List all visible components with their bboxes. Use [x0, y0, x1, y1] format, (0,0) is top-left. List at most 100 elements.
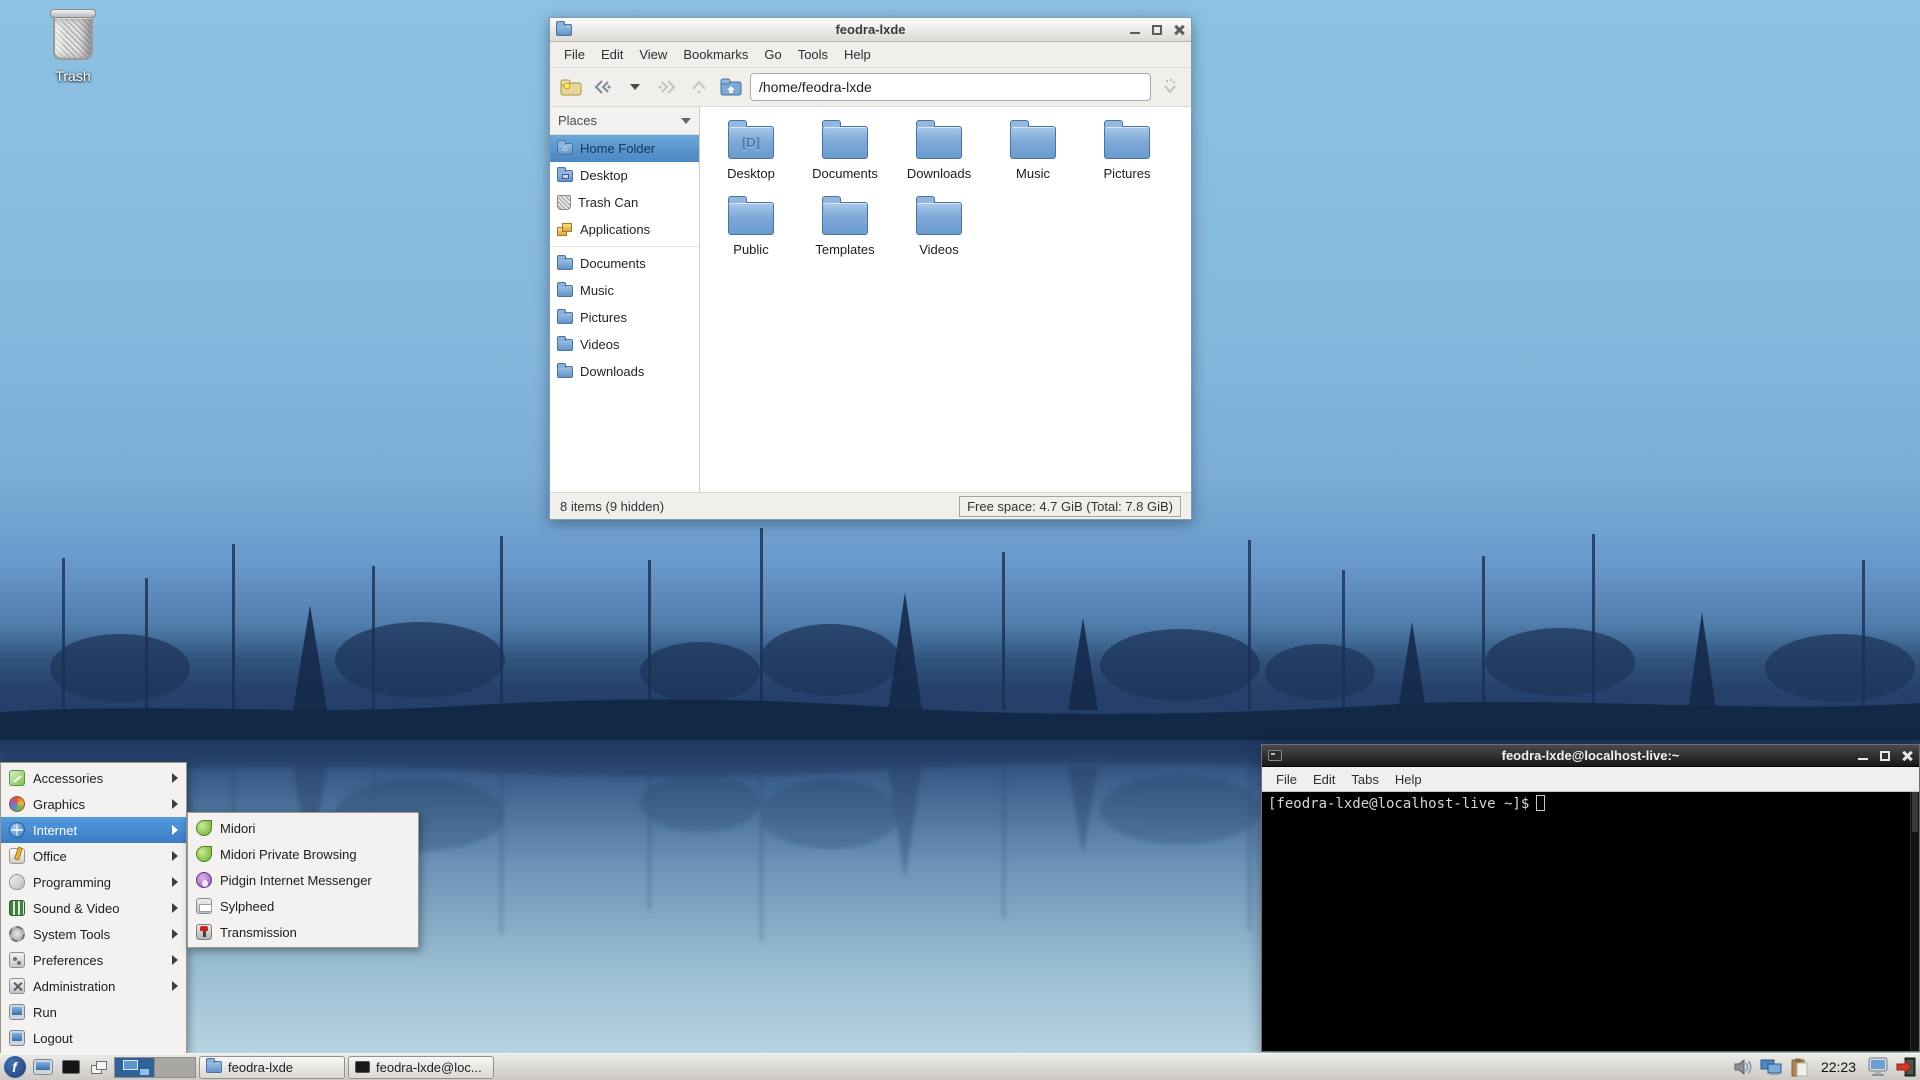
menu-item-run[interactable]: Run [1, 999, 186, 1025]
menu-bookmarks[interactable]: Bookmarks [675, 42, 756, 67]
file-manager-title: feodra-lxde [835, 22, 906, 37]
menu-go[interactable]: Go [756, 42, 789, 67]
sylpheed-icon [196, 898, 212, 914]
menu-item-preferences[interactable]: Preferences [1, 947, 186, 973]
new-tab-button[interactable] [558, 74, 584, 100]
workspace-1[interactable] [115, 1057, 155, 1077]
terminal-menubar: File Edit Tabs Help [1262, 767, 1919, 792]
desktop-trash-shortcut[interactable]: Trash [28, 9, 118, 84]
scrollbar-thumb[interactable] [1912, 792, 1918, 832]
submenu-item-transmission[interactable]: Transmission [188, 919, 418, 945]
items-count: 8 items (9 hidden) [560, 498, 665, 514]
sidebar-item-documents[interactable]: Documents [550, 250, 699, 277]
folder-icon: [D] [728, 120, 774, 159]
folder-item-videos[interactable]: Videos [892, 193, 986, 269]
menu-help[interactable]: Help [1387, 767, 1430, 792]
folder-item-documents[interactable]: Documents [798, 117, 892, 193]
workspace-2[interactable] [155, 1057, 195, 1077]
close-button[interactable] [1901, 750, 1913, 762]
back-button[interactable] [590, 74, 616, 100]
menu-item-system-tools[interactable]: System Tools [1, 921, 186, 947]
midori-icon [196, 846, 212, 862]
folder-item-templates[interactable]: Templates [798, 193, 892, 269]
terminal-scrollbar[interactable] [1910, 792, 1919, 1051]
internet-submenu: Midori Midori Private Browsing Pidgin In… [187, 812, 419, 948]
desktop-folder-icon [557, 166, 573, 182]
folder-icon [916, 196, 962, 235]
menu-item-administration[interactable]: Administration [1, 973, 186, 999]
minimize-all-button[interactable] [86, 1055, 111, 1080]
maximize-button[interactable] [1151, 24, 1163, 36]
clipboard-manager[interactable] [1787, 1055, 1812, 1080]
preferences-icon [9, 952, 25, 968]
history-dropdown-button[interactable] [622, 74, 648, 100]
sidebar-item-desktop[interactable]: Desktop [550, 162, 699, 189]
menu-edit[interactable]: Edit [593, 42, 631, 67]
menu-tools[interactable]: Tools [790, 42, 836, 67]
terminal-icon [355, 1061, 370, 1073]
menu-edit[interactable]: Edit [1305, 767, 1343, 792]
folder-item-music[interactable]: Music [986, 117, 1080, 193]
menu-item-graphics[interactable]: Graphics [1, 791, 186, 817]
forward-button[interactable] [654, 74, 680, 100]
sidebar-item-home-folder[interactable]: ⌂ Home Folder [550, 135, 699, 162]
terminal-screen[interactable]: [feodra-lxde@localhost-live ~]$ [1262, 792, 1919, 1051]
terminal-titlebar[interactable]: feodra-lxde@localhost-live:~ [1262, 745, 1919, 767]
file-manager-titlebar[interactable]: feodra-lxde [550, 18, 1191, 42]
task-button-terminal[interactable]: feodra-lxde@loc... [348, 1055, 494, 1079]
menu-tabs[interactable]: Tabs [1343, 767, 1386, 792]
terminal-launcher[interactable] [58, 1055, 83, 1080]
accessories-icon [9, 770, 25, 786]
menu-item-logout[interactable]: Logout [1, 1025, 186, 1051]
folder-item-pictures[interactable]: Pictures [1080, 117, 1174, 193]
folder-icon [822, 120, 868, 159]
sidebar-item-applications[interactable]: Applications [550, 216, 699, 243]
sidebar-item-music[interactable]: Music [550, 277, 699, 304]
minimize-button[interactable] [1857, 750, 1869, 762]
folder-item-downloads[interactable]: Downloads [892, 117, 986, 193]
go-button[interactable] [1157, 74, 1183, 100]
close-button[interactable] [1173, 24, 1185, 36]
minimize-button[interactable] [1129, 24, 1141, 36]
menu-item-office[interactable]: Office [1, 843, 186, 869]
submenu-item-sylpheed[interactable]: Sylpheed [188, 893, 418, 919]
clock[interactable]: 22:23 [1815, 1059, 1862, 1075]
task-button-file-manager[interactable]: feodra-lxde [199, 1055, 345, 1079]
menu-help[interactable]: Help [836, 42, 879, 67]
file-manager-launcher[interactable] [30, 1055, 55, 1080]
places-header[interactable]: Places [550, 107, 699, 135]
terminal-title: feodra-lxde@localhost-live:~ [1501, 748, 1680, 763]
folder-icon [1010, 120, 1056, 159]
folder-icon [1104, 120, 1150, 159]
sidebar-item-downloads[interactable]: Downloads [550, 358, 699, 385]
submenu-item-midori[interactable]: Midori [188, 815, 418, 841]
sidebar-item-videos[interactable]: Videos [550, 331, 699, 358]
submenu-arrow-icon [172, 903, 178, 913]
home-button[interactable] [718, 74, 744, 100]
network-status[interactable] [1759, 1055, 1784, 1080]
up-button[interactable] [686, 74, 712, 100]
fedora-logo-icon: f [3, 1056, 26, 1078]
lock-screen-button[interactable] [1865, 1055, 1890, 1080]
folder-item-desktop[interactable]: [D] Desktop [704, 117, 798, 193]
menu-item-internet[interactable]: Internet [1, 817, 186, 843]
folder-item-public[interactable]: Public [704, 193, 798, 269]
volume-control[interactable] [1731, 1055, 1756, 1080]
menu-file[interactable]: File [556, 42, 593, 67]
folder-icon [916, 120, 962, 159]
menu-item-accessories[interactable]: Accessories [1, 765, 186, 791]
menu-view[interactable]: View [631, 42, 675, 67]
sidebar-item-trash-can[interactable]: Trash Can [550, 189, 699, 216]
workspace-pager[interactable] [114, 1056, 196, 1078]
maximize-button[interactable] [1879, 750, 1891, 762]
submenu-item-pidgin[interactable]: Pidgin Internet Messenger [188, 867, 418, 893]
menu-item-programming[interactable]: Programming [1, 869, 186, 895]
start-menu-button[interactable]: f [2, 1055, 27, 1080]
folder-icon [557, 281, 573, 297]
sidebar-item-pictures[interactable]: Pictures [550, 304, 699, 331]
menu-file[interactable]: File [1268, 767, 1305, 792]
submenu-item-midori-private[interactable]: Midori Private Browsing [188, 841, 418, 867]
logout-button[interactable] [1893, 1055, 1918, 1080]
path-input[interactable] [750, 73, 1151, 101]
menu-item-sound-video[interactable]: Sound & Video [1, 895, 186, 921]
